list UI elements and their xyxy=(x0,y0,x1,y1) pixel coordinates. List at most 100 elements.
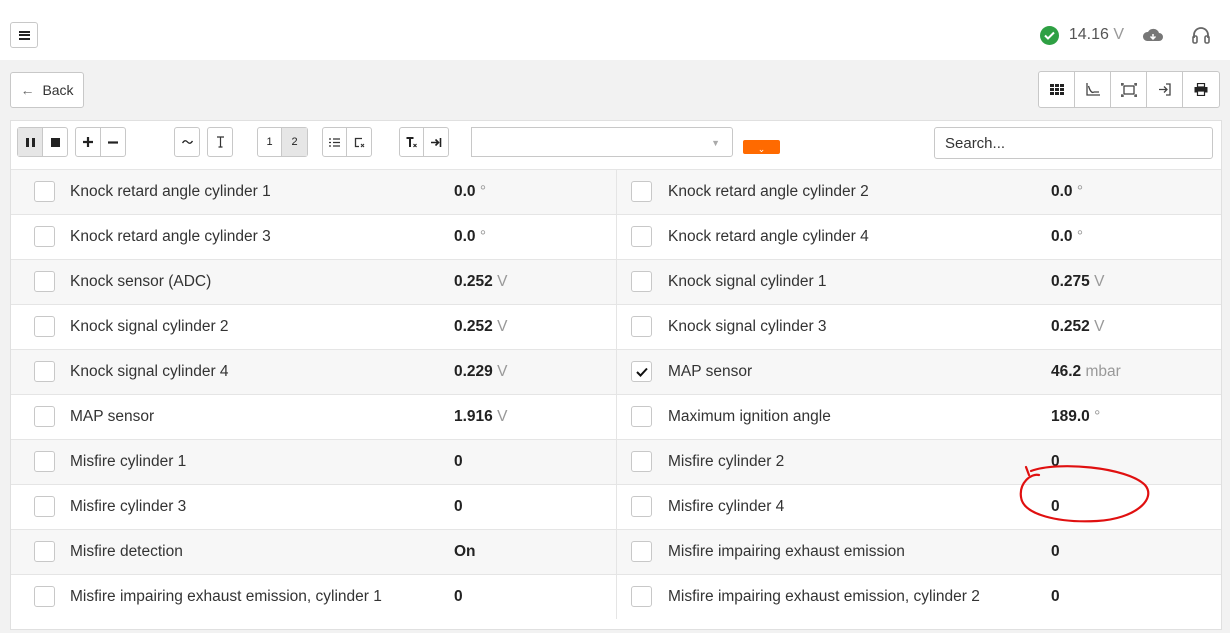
parameter-checkbox[interactable] xyxy=(631,361,652,382)
search-input[interactable] xyxy=(934,127,1213,159)
parameter-checkbox[interactable] xyxy=(631,541,652,562)
parameter-label: Knock signal cylinder 2 xyxy=(70,318,229,335)
parameter-label: Misfire cylinder 4 xyxy=(668,498,785,515)
parameter-value: 0 xyxy=(454,498,463,516)
parameter-checkbox[interactable] xyxy=(34,361,55,382)
parameter-cell[interactable]: Knock signal cylinder 2 0.252 V xyxy=(11,305,616,349)
preset-dropdown-button[interactable]: ⌄ xyxy=(743,140,780,154)
line-chart-icon xyxy=(1085,83,1100,96)
parameter-cell[interactable]: Knock signal cylinder 1 0.275 V xyxy=(616,260,1221,304)
parameter-cell[interactable]: Misfire impairing exhaust emission, cyli… xyxy=(11,575,616,619)
parameter-cell[interactable]: Knock retard angle cylinder 4 0.0 ° xyxy=(616,215,1221,259)
parameter-cell[interactable]: Knock signal cylinder 3 0.252 V xyxy=(616,305,1221,349)
value-unit: V xyxy=(1094,273,1105,290)
list-button[interactable] xyxy=(323,128,347,156)
cloud-icon[interactable] xyxy=(1142,28,1164,42)
frame-icon xyxy=(1120,82,1137,97)
value-number: 0 xyxy=(1051,588,1060,605)
one-column-button[interactable]: 1 xyxy=(258,128,282,156)
view-button-group xyxy=(1038,71,1220,108)
value-number: 0.0 xyxy=(454,228,476,245)
clear-format-icon xyxy=(406,136,417,147)
parameter-cell[interactable]: Maximum ignition angle 189.0 ° xyxy=(616,395,1221,439)
value-unit: ° xyxy=(1094,408,1101,425)
parameter-cell[interactable]: Misfire impairing exhaust emission, cyli… xyxy=(616,575,1221,619)
parameter-cell[interactable]: Misfire detection On xyxy=(11,530,616,574)
back-button[interactable]: ← Back xyxy=(10,72,84,108)
value-number: 0 xyxy=(454,588,463,605)
parameter-checkbox[interactable] xyxy=(34,586,55,607)
graph-view-button[interactable] xyxy=(1075,72,1111,107)
clear-format-button[interactable] xyxy=(400,128,424,156)
table-row: Knock signal cylinder 4 0.229 V MAP sensor… xyxy=(11,349,1221,394)
frame-view-button[interactable] xyxy=(1111,72,1147,107)
arrow-to-right-icon xyxy=(430,137,441,147)
caret-down-icon: ▼ xyxy=(711,138,720,148)
value-number: 0.0 xyxy=(1051,228,1073,245)
parameter-checkbox[interactable] xyxy=(631,181,652,202)
parameter-checkbox[interactable] xyxy=(631,316,652,337)
stop-button[interactable] xyxy=(43,128,67,156)
parameter-checkbox[interactable] xyxy=(631,406,652,427)
parameter-value: 46.2 mbar xyxy=(1051,363,1121,381)
parameter-checkbox[interactable] xyxy=(631,496,652,517)
grid-view-button[interactable] xyxy=(1039,72,1075,107)
parameter-checkbox[interactable] xyxy=(34,451,55,472)
parameter-cell[interactable]: Knock retard angle cylinder 1 0.0 ° xyxy=(11,170,616,214)
parameter-cell[interactable]: Knock signal cylinder 4 0.229 V xyxy=(11,350,616,394)
plus-icon xyxy=(83,137,93,147)
print-button[interactable] xyxy=(1183,72,1219,107)
parameter-cell[interactable]: Knock sensor (ADC) 0.252 V xyxy=(11,260,616,304)
value-number: 0.229 xyxy=(454,363,493,380)
parameter-cell[interactable]: Misfire cylinder 1 0 xyxy=(11,440,616,484)
parameter-checkbox[interactable] xyxy=(34,271,55,292)
parameter-checkbox[interactable] xyxy=(34,496,55,517)
parameter-checkbox[interactable] xyxy=(34,406,55,427)
parameter-checkbox[interactable] xyxy=(34,541,55,562)
pause-icon xyxy=(25,137,35,147)
parameter-cell[interactable]: Misfire cylinder 4 0 xyxy=(616,485,1221,529)
parameter-checkbox[interactable] xyxy=(34,226,55,247)
two-column-button[interactable]: 2 xyxy=(282,128,307,156)
clear-selection-button[interactable] xyxy=(347,128,371,156)
parameter-value: 0 xyxy=(1051,498,1060,516)
parameter-cell[interactable]: Misfire cylinder 2 0 xyxy=(616,440,1221,484)
table-row: Misfire detection On Misfire impairing ex… xyxy=(11,529,1221,574)
parameter-label: Knock sensor (ADC) xyxy=(70,273,212,290)
headset-icon[interactable] xyxy=(1190,25,1212,45)
pause-button[interactable] xyxy=(18,128,43,156)
text-height-group xyxy=(207,127,233,157)
parameter-checkbox[interactable] xyxy=(34,316,55,337)
value-number: 0.0 xyxy=(454,183,476,200)
list-group xyxy=(322,127,372,157)
text-height-button[interactable] xyxy=(208,128,232,156)
parameter-cell[interactable]: Misfire impairing exhaust emission 0 xyxy=(616,530,1221,574)
parameter-value: 0 xyxy=(454,588,463,606)
remove-button[interactable] xyxy=(101,128,125,156)
value-number: 0 xyxy=(454,498,463,515)
import-button[interactable] xyxy=(1147,72,1183,107)
print-icon xyxy=(1194,83,1208,96)
parameter-checkbox[interactable] xyxy=(631,271,652,292)
value-number: 0.275 xyxy=(1051,273,1090,290)
menu-button[interactable] xyxy=(10,22,38,48)
parameter-value: 0.275 V xyxy=(1051,273,1104,291)
parameter-cell[interactable]: Knock retard angle cylinder 3 0.0 ° xyxy=(11,215,616,259)
parameter-checkbox[interactable] xyxy=(631,451,652,472)
parameter-checkbox[interactable] xyxy=(34,181,55,202)
parameter-cell[interactable]: MAP sensor 1.916 V xyxy=(11,395,616,439)
parameter-cell[interactable]: Knock retard angle cylinder 2 0.0 ° xyxy=(616,170,1221,214)
parameter-cell[interactable]: Misfire cylinder 3 0 xyxy=(11,485,616,529)
preset-select[interactable]: ▼ xyxy=(471,127,733,157)
parameter-checkbox[interactable] xyxy=(631,586,652,607)
parameter-label: Knock signal cylinder 4 xyxy=(70,363,229,380)
value-number: 0.252 xyxy=(454,318,493,335)
parameter-cell[interactable]: MAP sensor 46.2 mbar xyxy=(616,350,1221,394)
add-button[interactable] xyxy=(76,128,101,156)
parameter-checkbox[interactable] xyxy=(631,226,652,247)
parameter-label: Maximum ignition angle xyxy=(668,408,831,425)
smooth-button[interactable] xyxy=(175,128,199,156)
parameter-label: Misfire impairing exhaust emission, cyli… xyxy=(70,588,382,605)
jump-to-end-button[interactable] xyxy=(424,128,448,156)
parameter-value: 0.252 V xyxy=(454,318,507,336)
